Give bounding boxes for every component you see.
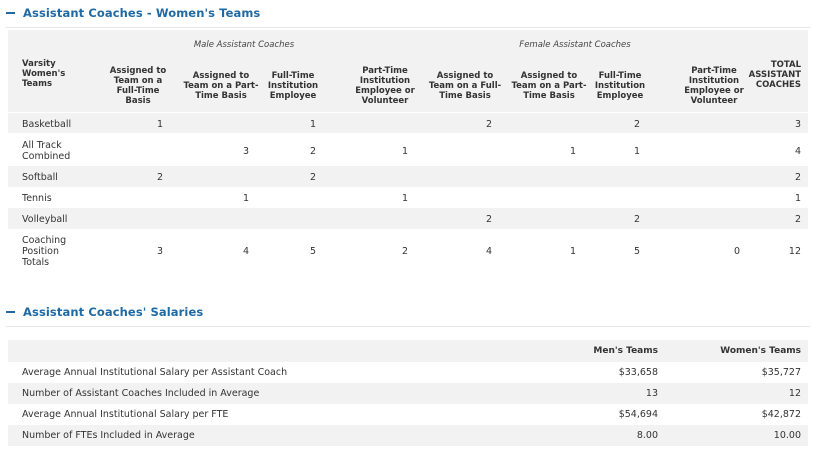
table-cell: 2 (309, 172, 316, 183)
table-cell: 2 (485, 119, 492, 130)
salary-mens-value: $33,658 (618, 367, 658, 378)
table-cell: 4 (242, 246, 249, 257)
table-cell: 0 (733, 246, 740, 257)
salary-row-label: Average Annual Institutional Salary per … (22, 409, 229, 420)
row-label: Coaching Position Totals (22, 235, 67, 268)
salary-womens-value: 10.00 (773, 430, 801, 441)
table-cell: 3 (242, 145, 249, 157)
section-divider (6, 326, 810, 327)
row-label: Basketball (22, 119, 72, 130)
table-cell: 2 (633, 119, 640, 130)
salary-mens-value: $54,694 (618, 409, 658, 420)
salary-row-label: Number of FTEs Included in Average (22, 430, 195, 441)
table-cell: 2 (309, 145, 316, 157)
header-line: ASSISTANT (748, 70, 801, 80)
header-line: COACHES (755, 80, 801, 90)
col-header-mens-teams: Men's Teams (593, 346, 658, 356)
col-header-varsity-teams: Varsity Women's Teams (22, 59, 65, 89)
table-cell: 3 (156, 246, 163, 257)
collapse-minus-icon[interactable] (6, 311, 15, 313)
header-line: Employee (269, 91, 317, 101)
coaches-section-header[interactable]: Assistant Coaches - Women's Teams (6, 6, 260, 20)
table-cell: 1 (569, 246, 576, 257)
table-row-band (8, 166, 808, 187)
coaches-section-title: Assistant Coaches - Women's Teams (23, 6, 261, 20)
row-label: Tennis (22, 193, 52, 204)
header-line: Women's (22, 69, 66, 79)
row-label: Softball (22, 172, 58, 183)
table-cell: 1 (309, 119, 316, 130)
table-cell: 2 (794, 214, 801, 225)
section-divider (6, 27, 810, 28)
table-cell: 1 (156, 119, 163, 130)
table-cell: 1 (401, 193, 408, 204)
table-cell: 2 (156, 172, 163, 183)
salaries-header-band (8, 340, 808, 362)
salaries-section-title: Assistant Coaches' Salaries (23, 305, 204, 319)
col-header-womens-teams: Women's Teams (720, 346, 801, 356)
table-row-band (8, 113, 808, 133)
header-line: Full-Time (116, 86, 160, 96)
table-cell: 1 (242, 193, 249, 204)
table-cell: 2 (633, 214, 640, 225)
salary-womens-value: 12 (788, 388, 801, 399)
salary-mens-value: 13 (645, 388, 658, 399)
header-line: Employee (596, 91, 644, 101)
salary-womens-value: $35,727 (761, 367, 801, 378)
col-header-male-ft-team: Assigned to Team on a Full-Time Basis (99, 66, 177, 106)
table-cell: 5 (633, 246, 640, 257)
header-line: Assigned to (109, 66, 167, 76)
table-cell: 2 (485, 214, 492, 225)
table-cell: 1 (401, 145, 408, 157)
salary-row-label: Average Annual Institutional Salary per … (22, 367, 288, 378)
header-line: TOTAL (770, 60, 801, 70)
header-line: Institution (594, 81, 646, 91)
header-line: Full-Time (271, 71, 315, 81)
salary-row-label: Number of Assistant Coaches Included in … (22, 388, 260, 399)
table-cell: 1 (569, 145, 576, 157)
collapse-minus-icon[interactable] (6, 12, 15, 14)
col-header-total: TOTAL ASSISTANT COACHES (749, 60, 801, 90)
table-cell: 4 (794, 145, 801, 157)
header-line: Full-Time (598, 71, 642, 81)
row-label: All Track Combined (22, 140, 71, 162)
col-header-male-ft-inst: Full-Time Institution Employee (250, 71, 336, 101)
salaries-section-header[interactable]: Assistant Coaches' Salaries (6, 305, 203, 319)
header-line: Volunteer (690, 96, 738, 106)
header-line: Varsity (22, 59, 56, 69)
header-line: Team on a (113, 76, 163, 86)
table-cell: 4 (485, 246, 492, 257)
header-line: Teams (22, 79, 53, 89)
table-cell: 2 (401, 246, 408, 257)
table-cell: 1 (794, 193, 801, 204)
salary-womens-value: $42,872 (761, 409, 801, 420)
table-cell: 1 (633, 145, 640, 157)
header-line: Institution (267, 81, 319, 91)
row-label: Volleyball (22, 214, 68, 225)
col-header-female-ft-inst: Full-Time Institution Employee (577, 71, 663, 101)
table-cell: 12 (788, 246, 801, 257)
table-cell: 5 (309, 246, 316, 257)
header-line: Basis (125, 96, 151, 106)
salary-mens-value: 8.00 (636, 430, 658, 441)
table-cell: 2 (794, 172, 801, 183)
table-cell: 3 (794, 119, 801, 130)
table-row-band (8, 208, 808, 229)
